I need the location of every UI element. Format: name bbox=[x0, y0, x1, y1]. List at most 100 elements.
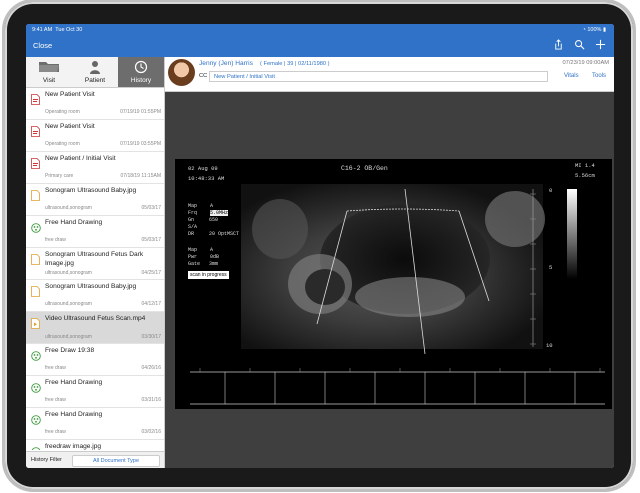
history-item-category: free draw bbox=[45, 237, 66, 243]
image-file-icon bbox=[31, 252, 40, 265]
tab-patient[interactable]: Patient bbox=[72, 57, 118, 87]
patient-name[interactable]: Jenny (Jen) Harris bbox=[199, 60, 253, 67]
app-screen: 9:41 AM Tue Oct 30 ◔ 100% ▮ Close Visit … bbox=[26, 24, 614, 468]
pdf-icon bbox=[31, 92, 40, 105]
patient-avatar bbox=[168, 59, 195, 86]
drawing-icon bbox=[31, 412, 41, 425]
status-time: 9:41 AM Tue Oct 30 bbox=[32, 27, 83, 33]
history-item-category: ultrasound,sonogram bbox=[45, 334, 92, 340]
history-item-date: 07/19/19 01:55PM bbox=[120, 109, 161, 115]
scan-mi: MI 1.4 bbox=[575, 162, 595, 169]
tools-button[interactable]: Tools bbox=[592, 73, 606, 79]
sidebar-tabs: Visit Patient History bbox=[26, 57, 164, 88]
history-item[interactable]: Free Hand Drawing free draw 05/03/17 bbox=[26, 216, 164, 248]
history-item-category: ultrasound,sonogram bbox=[45, 270, 92, 276]
history-item[interactable]: Video Ultrasound Fetus Scan.mp4 ultrasoun… bbox=[26, 312, 164, 344]
document-viewer: Jenny (Jen) Harris ( Female | 39 | 02/11… bbox=[165, 57, 614, 468]
image-file-icon bbox=[31, 188, 40, 201]
visit-datetime: 07/23/19 09:00AM bbox=[562, 60, 609, 66]
depth-scale-5: 5 bbox=[549, 264, 553, 271]
history-item[interactable]: Free Hand Drawing free draw 03/02/16 bbox=[26, 408, 164, 440]
history-item-title: Sonogram Ultrasound Fetus Dark Image.jpg bbox=[45, 251, 144, 267]
image-file-icon bbox=[31, 284, 40, 297]
folder-icon bbox=[39, 62, 59, 72]
drawing-icon bbox=[31, 444, 41, 450]
tab-history[interactable]: History bbox=[118, 57, 164, 87]
history-filter-label: History Filter bbox=[31, 457, 62, 463]
close-button[interactable]: Close bbox=[33, 41, 52, 50]
history-item-date: 04/12/17 bbox=[141, 301, 161, 307]
ultrasound-scan-graphic bbox=[190, 184, 605, 405]
history-item-date: 04/26/16 bbox=[141, 365, 161, 371]
status-battery: ◔ 100% ▮ bbox=[582, 27, 607, 33]
patient-demographics: ( Female | 39 | 02/11/1980 ) bbox=[260, 60, 330, 67]
history-item-title: Video Ultrasound Fetus Scan.mp4 bbox=[45, 315, 146, 322]
history-item-title: New Patient / Initial Visit bbox=[45, 155, 116, 162]
cc-label: CC bbox=[199, 73, 208, 79]
history-item-date: 03/31/16 bbox=[141, 397, 161, 403]
person-icon bbox=[90, 61, 100, 74]
wifi-icon: ◔ bbox=[582, 27, 586, 33]
history-item[interactable]: Sonogram Ultrasound Baby.jpg ultrasound,s… bbox=[26, 280, 164, 312]
history-item[interactable]: Sonogram Ultrasound Fetus Dark Image.jpg… bbox=[26, 248, 164, 280]
scan-status-badge: scan in progress bbox=[188, 271, 229, 279]
depth-scale-0: 0 bbox=[549, 187, 553, 194]
patient-header: Jenny (Jen) Harris ( Female | 39 | 02/11… bbox=[165, 57, 614, 92]
history-item-date: 04/25/17 bbox=[141, 270, 161, 276]
history-item-date: 03/02/16 bbox=[141, 429, 161, 435]
history-item-category: ultrasound,sonogram bbox=[45, 301, 92, 307]
history-list: New Patient Visit Operating room 07/19/19 … bbox=[26, 88, 164, 450]
history-filter-select[interactable]: All Document Type bbox=[72, 455, 160, 467]
history-item-title: New Patient Visit bbox=[45, 91, 95, 98]
video-file-icon bbox=[31, 316, 40, 329]
scan-params-2: Map A Pwr 0dB Gate 3mm bbox=[188, 247, 220, 267]
history-item[interactable]: New Patient Visit Operating room 07/19/19 … bbox=[26, 120, 164, 152]
history-item[interactable]: Free Draw 19:38 free draw 04/26/16 bbox=[26, 344, 164, 376]
history-item-category: free draw bbox=[45, 397, 66, 403]
scan-date: 02 Aug 09 bbox=[188, 165, 218, 172]
drawing-icon bbox=[31, 348, 41, 361]
history-item[interactable]: Sonogram Ultrasound Baby.jpg ultrasound,s… bbox=[26, 184, 164, 216]
vitals-button[interactable]: Vitals bbox=[564, 73, 579, 79]
pdf-icon bbox=[31, 124, 40, 137]
depth-scale-10: 10 bbox=[546, 342, 553, 349]
history-item-title: Free Hand Drawing bbox=[45, 219, 103, 226]
history-item[interactable]: Free Hand Drawing free draw 03/31/16 bbox=[26, 376, 164, 408]
tab-visit[interactable]: Visit bbox=[26, 57, 72, 87]
scan-time: 10:48:33 AM bbox=[188, 175, 225, 182]
history-item[interactable]: New Patient Visit Operating room 07/19/19 … bbox=[26, 88, 164, 120]
history-item-date: 07/19/19 03:55PM bbox=[120, 141, 161, 147]
history-item-date: 07/18/19 11:15AM bbox=[120, 173, 162, 179]
scan-probe: C16-2 OB/Gen bbox=[341, 165, 388, 172]
history-item-title: Free Hand Drawing bbox=[45, 411, 103, 418]
history-sidebar: Visit Patient History New Patient Visit O… bbox=[26, 57, 165, 468]
search-icon[interactable] bbox=[574, 39, 585, 50]
history-item-title: Free Hand Drawing bbox=[45, 379, 103, 386]
history-item-category: Operating room bbox=[45, 141, 80, 147]
history-item-date: 05/03/17 bbox=[141, 205, 161, 211]
history-item-date: 03/30/17 bbox=[141, 334, 161, 340]
scan-depth: 5.56cm bbox=[575, 172, 595, 179]
chief-complaint-field[interactable]: New Patient / Initial Visit bbox=[209, 71, 548, 82]
history-item-title: Free Draw 19:38 bbox=[45, 347, 95, 354]
history-item-title: Sonogram Ultrasound Baby.jpg bbox=[45, 283, 137, 290]
ultrasound-image: 02 Aug 09 10:48:33 AM C16-2 OB/Gen MI 1.… bbox=[175, 159, 612, 409]
history-item-category: free draw bbox=[45, 429, 66, 435]
history-item-title: New Patient Visit bbox=[45, 123, 95, 130]
pdf-icon bbox=[31, 156, 40, 169]
history-item[interactable]: freedraw image.jpgimage,free draw embed1… bbox=[26, 440, 164, 450]
history-item[interactable]: New Patient / Initial Visit Primary care 0… bbox=[26, 152, 164, 184]
drawing-icon bbox=[31, 220, 41, 233]
history-filter-bar: History Filter All Document Type bbox=[26, 451, 164, 468]
drawing-icon bbox=[31, 380, 41, 393]
history-item-title: Sonogram Ultrasound Baby.jpg bbox=[45, 187, 137, 194]
history-clock-icon bbox=[134, 60, 148, 74]
add-icon[interactable] bbox=[595, 39, 606, 50]
history-item-category: Operating room bbox=[45, 109, 80, 115]
scan-params: Map A Frq 5.0MHz Gn 650 S/A DR 20 OptMSC… bbox=[188, 203, 240, 237]
history-item-category: free draw bbox=[45, 365, 66, 371]
top-navbar: Close bbox=[26, 36, 614, 57]
history-item-category: ultrasound,sonogram bbox=[45, 205, 92, 211]
share-icon[interactable] bbox=[553, 39, 564, 50]
history-item-title: freedraw image.jpg bbox=[45, 443, 102, 450]
